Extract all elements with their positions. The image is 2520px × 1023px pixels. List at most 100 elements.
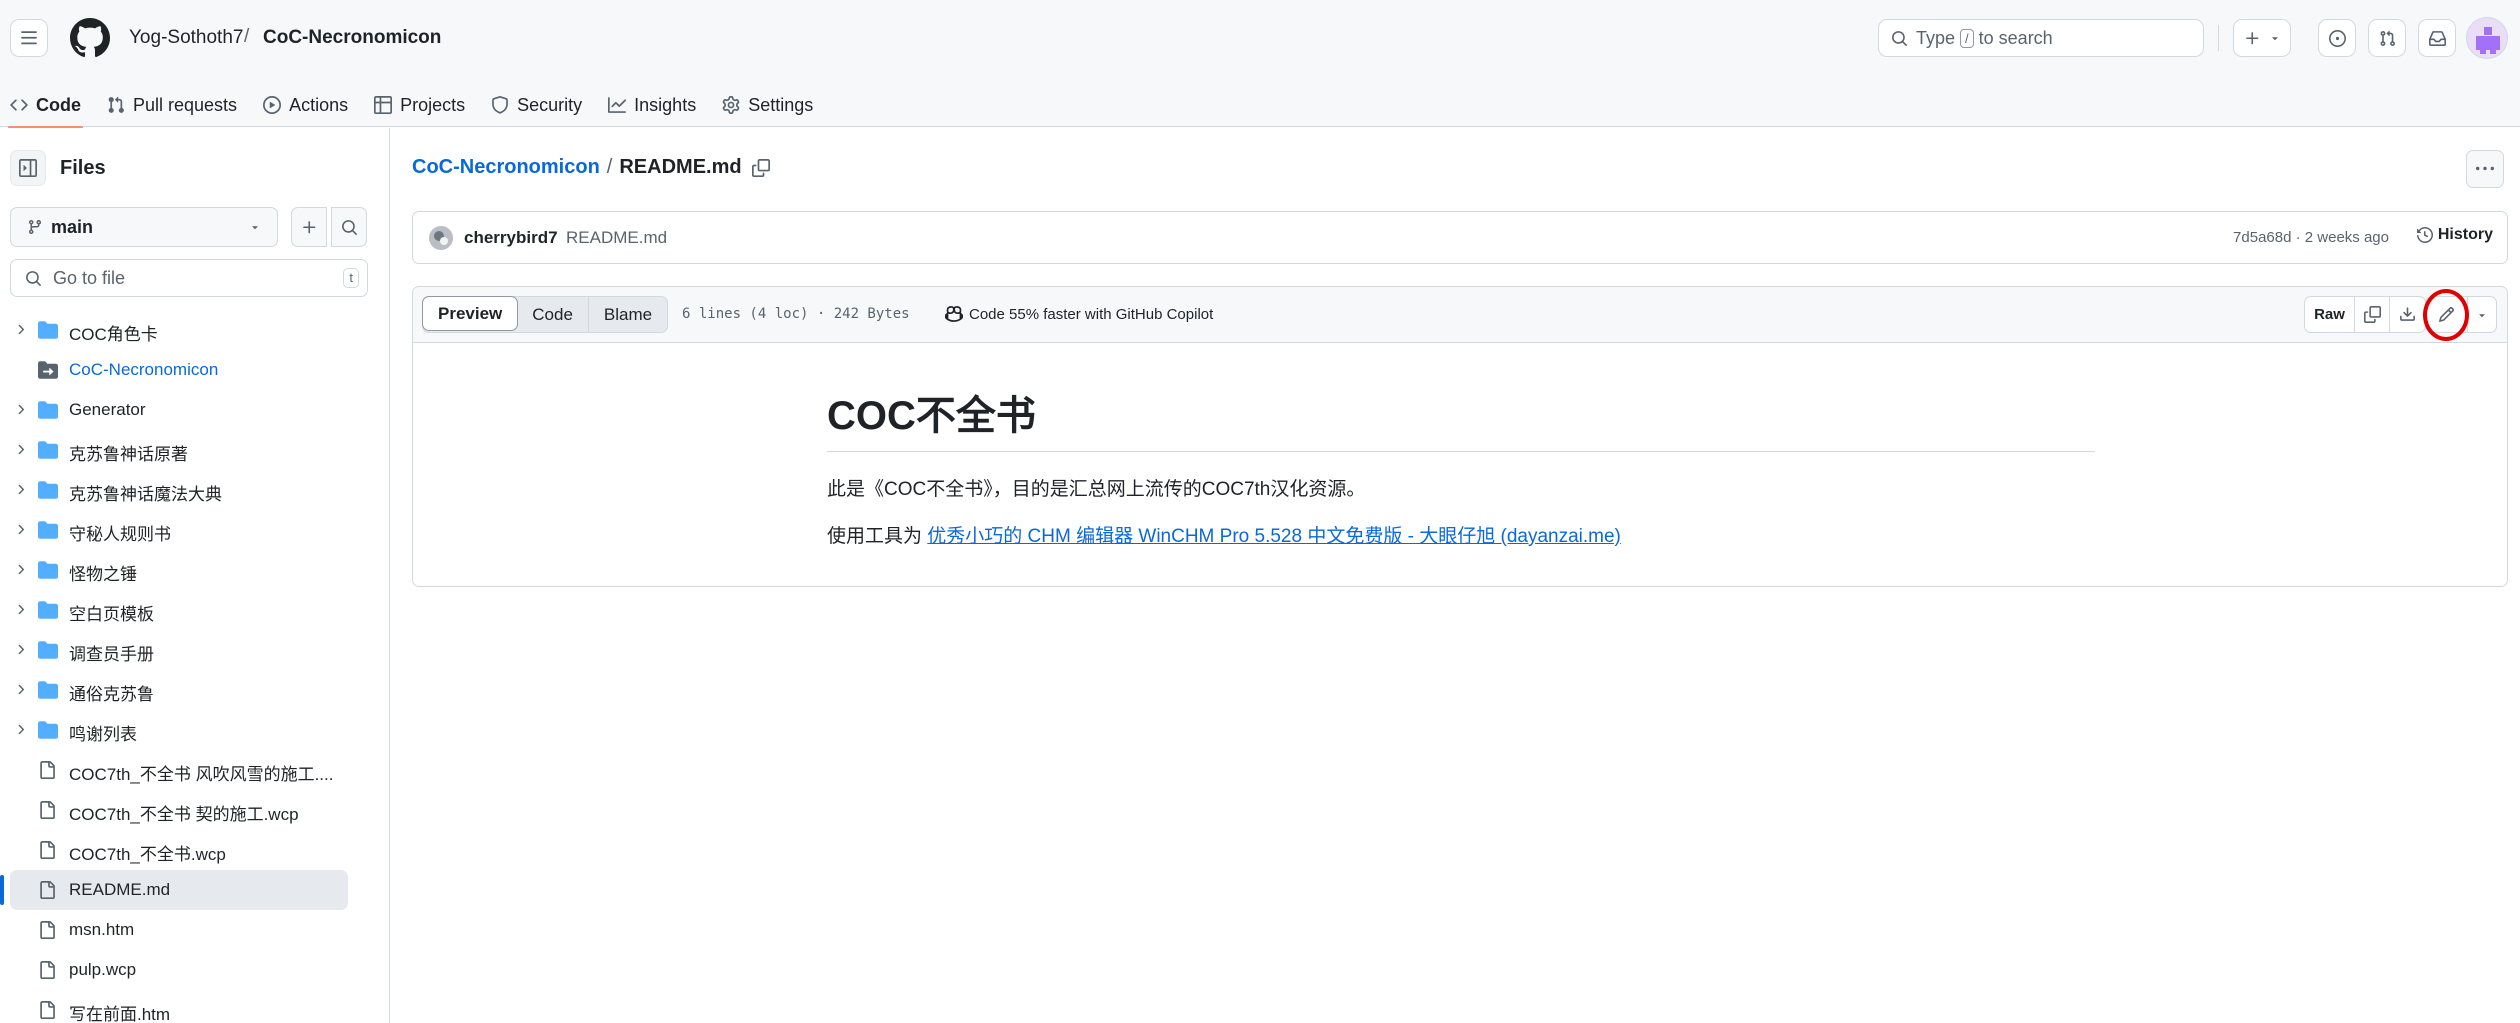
add-file-button[interactable] — [291, 207, 327, 247]
tree-item-label: COC7th_不全书.wcp — [69, 845, 226, 864]
edit-file-button[interactable] — [2423, 289, 2469, 341]
menu-button[interactable] — [10, 19, 48, 57]
commit-author-avatar[interactable] — [429, 226, 453, 250]
path-file-name: README.md — [619, 156, 742, 178]
search-suffix: to search — [1978, 27, 2053, 48]
tree-item-label: 克苏鲁神话魔法大典 — [69, 485, 222, 504]
tab-projects[interactable]: Projects — [364, 82, 475, 128]
edit-actions-group — [2423, 289, 2497, 341]
code-tab[interactable]: Code — [517, 297, 589, 332]
chevron-right-icon — [18, 604, 25, 615]
edit-options-button[interactable] — [2468, 297, 2496, 332]
go-to-file-input[interactable]: Go to file t — [10, 259, 368, 297]
hamburger-icon — [21, 31, 37, 45]
pull-requests-button[interactable] — [2368, 19, 2406, 57]
preview-tab[interactable]: Preview — [422, 296, 519, 331]
file-icon — [40, 961, 55, 979]
create-new-button[interactable] — [2233, 19, 2291, 57]
raw-button[interactable]: Raw — [2305, 297, 2355, 332]
tab-actions[interactable]: Actions — [253, 82, 358, 128]
github-logo-icon[interactable] — [70, 18, 110, 58]
tree-item-file-selected[interactable]: README.md — [10, 870, 348, 910]
search-icon — [1892, 30, 1907, 46]
tree-item-file[interactable]: COC7th_不全书 契的施工.wcp — [0, 790, 389, 830]
go-to-file-placeholder: Go to file — [53, 267, 126, 288]
pull-request-icon — [108, 96, 124, 113]
tree-item-label: 鸣谢列表 — [69, 725, 137, 744]
tree-item-folder[interactable]: 调查员手册 — [0, 630, 389, 670]
download-button[interactable] — [2390, 297, 2425, 332]
search-input[interactable]: Type / to search — [1878, 19, 2204, 57]
search-files-button[interactable] — [331, 207, 367, 247]
history-icon — [2416, 227, 2433, 243]
plus-icon — [302, 220, 315, 233]
tree-item-file[interactable]: COC7th_不全书 风吹风雪的施工.... — [0, 750, 389, 790]
history-button[interactable]: History — [2416, 226, 2493, 244]
tab-code[interactable]: Code — [0, 82, 91, 129]
sidebar-collapse-icon — [19, 159, 37, 177]
tree-item-file[interactable]: msn.htm — [0, 910, 389, 950]
branch-selector[interactable]: main — [10, 207, 278, 247]
file-viewer: Preview Code Blame 6 lines (4 loc) · 242… — [412, 286, 2508, 587]
user-avatar[interactable] — [2466, 17, 2508, 59]
copy-path-icon[interactable] — [751, 158, 770, 177]
tree-item-file[interactable]: pulp.wcp — [0, 950, 389, 990]
tree-item-folder[interactable]: 克苏鲁神话原著 — [0, 430, 389, 470]
more-options-button[interactable] — [2466, 150, 2504, 188]
submodule-folder-icon — [38, 361, 58, 379]
file-path-breadcrumb: CoC-Necronomicon / README.md — [412, 156, 770, 179]
tab-security[interactable]: Security — [481, 82, 592, 128]
commit-meta[interactable]: 7d5a68d · 2 weeks ago — [2233, 229, 2389, 246]
commit-author[interactable]: cherrybird7 — [464, 228, 558, 248]
readme-tool-link[interactable]: 优秀小巧的 CHM 编辑器 WinCHM Pro 5.528 中文免费版 - 大… — [927, 526, 1621, 547]
copy-icon — [2363, 306, 2381, 323]
blame-tab[interactable]: Blame — [589, 297, 667, 332]
path-repo-link[interactable]: CoC-Necronomicon — [412, 156, 600, 179]
folder-icon — [38, 481, 58, 499]
tree-item-label: Generator — [69, 400, 146, 419]
folder-icon — [38, 401, 58, 419]
tree-item-folder[interactable]: 怪物之锤 — [0, 550, 389, 590]
collapse-sidebar-button[interactable] — [10, 150, 46, 186]
tree-item-label: 写在前面.htm — [69, 1005, 171, 1023]
tree-item-folder[interactable]: 空白页模板 — [0, 590, 389, 630]
tree-item-folder[interactable]: COC角色卡 — [0, 310, 389, 350]
tree-item-file[interactable]: 写在前面.htm — [0, 990, 389, 1023]
breadcrumb-repo[interactable]: CoC-Necronomicon — [263, 27, 441, 49]
view-mode-toggle: Preview Code Blame — [422, 296, 669, 333]
files-title: Files — [60, 156, 106, 179]
folder-icon — [38, 561, 58, 579]
copilot-icon — [945, 306, 963, 322]
issues-button[interactable] — [2318, 19, 2356, 57]
breadcrumb-owner[interactable]: Yog-Sothoth7 — [129, 27, 243, 49]
commit-message[interactable]: README.md — [566, 228, 667, 248]
tree-item-folder[interactable]: 鸣谢列表 — [0, 710, 389, 750]
tree-item-label: COC角色卡 — [69, 325, 158, 344]
tab-actions-label: Actions — [289, 94, 349, 115]
readme-tool-prefix: 使用工具为 — [827, 526, 928, 547]
history-label: History — [2437, 226, 2493, 243]
tree-item-file[interactable]: COC7th_不全书.wcp — [0, 830, 389, 870]
tree-item-folder[interactable]: 守秘人规则书 — [0, 510, 389, 550]
copilot-promo[interactable]: Code 55% faster with GitHub Copilot — [945, 305, 1213, 323]
tree-item-folder[interactable]: 通俗克苏鲁 — [0, 670, 389, 710]
file-tree: COC角色卡 CoC-Necronomicon Generator 克苏鲁神话原… — [0, 310, 389, 1023]
plus-icon — [2245, 31, 2258, 44]
tree-item-submodule[interactable]: CoC-Necronomicon — [0, 350, 389, 390]
tree-item-folder[interactable]: 克苏鲁神话魔法大典 — [0, 470, 389, 510]
file-icon — [40, 801, 55, 819]
inbox-button[interactable] — [2418, 19, 2456, 57]
breadcrumb-separator: / — [244, 26, 250, 47]
tab-code-label: Code — [36, 94, 81, 115]
tree-item-label: 克苏鲁神话原著 — [69, 445, 188, 464]
tab-settings[interactable]: Settings — [712, 82, 823, 128]
tab-insights[interactable]: Insights — [598, 82, 706, 128]
chevron-down-icon — [2271, 37, 2278, 41]
file-tree-sidebar: Files main Go to file t COC角色卡 CoC-Necro… — [0, 128, 390, 1023]
pull-request-icon — [2380, 30, 2395, 46]
tab-pull-requests-label: Pull requests — [133, 94, 238, 115]
copy-raw-button[interactable] — [2355, 297, 2390, 332]
tab-pull-requests[interactable]: Pull requests — [97, 82, 247, 128]
file-info: 6 lines (4 loc) · 242 Bytes — [682, 306, 910, 322]
tree-item-folder[interactable]: Generator — [0, 390, 389, 430]
